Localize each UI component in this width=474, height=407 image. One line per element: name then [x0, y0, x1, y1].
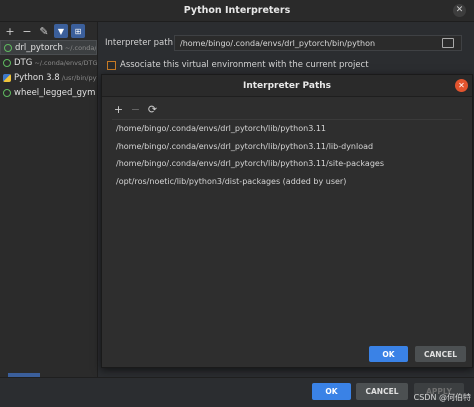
remove-path-icon[interactable]: − — [129, 103, 142, 116]
ring-icon — [3, 88, 11, 97]
ok-button[interactable]: OK — [312, 383, 351, 400]
dialog-titlebar: Interpreter Paths ✕ — [102, 75, 472, 97]
interpreter-list-toolbar: + − ✎ ▼ ⊞ — [0, 22, 97, 40]
window-titlebar: Python Interpreters ✕ — [0, 0, 474, 22]
interpreter-path-field[interactable]: /home/bingo/.conda/envs/drl_pytorch/bin/… — [174, 35, 462, 51]
plus-icon[interactable]: + — [3, 24, 17, 38]
paths-toolbar: + − ⟳ — [112, 103, 159, 116]
ring-icon — [3, 58, 11, 67]
interpreter-item[interactable]: drl_pytorch ~/.conda/e — [0, 40, 97, 55]
interpreter-path: /usr/bin/pyt — [61, 73, 97, 82]
ring-icon — [4, 43, 12, 52]
add-path-icon[interactable]: + — [112, 103, 125, 116]
interpreter-path: ~/.conda/envs/DTG — [34, 58, 97, 67]
interpreter-item[interactable]: wheel_legged_gym — [0, 85, 97, 100]
interpreter-item[interactable]: Python 3.8/usr/bin/pyt — [0, 70, 97, 85]
folder-icon[interactable] — [442, 38, 454, 48]
interpreter-list-panel: + − ✎ ▼ ⊞ drl_pytorch ~/.conda/e DTG ~/.con… — [0, 22, 98, 377]
interpreter-path-label: Interpreter path: — [105, 38, 176, 48]
interpreter-name: drl_pytorch — [15, 42, 63, 53]
window-title: Python Interpreters — [183, 5, 291, 16]
dialog-title: Interpreter Paths — [242, 80, 332, 91]
edit-icon[interactable]: ✎ — [37, 24, 51, 38]
interpreter-path-value: /home/bingo/.conda/envs/drl_pytorch/bin/… — [180, 38, 376, 48]
path-row[interactable]: /opt/ros/noetic/lib/python3/dist-package… — [112, 173, 462, 191]
paths-list: /home/bingo/.conda/envs/drl_pytorch/lib/… — [112, 119, 462, 339]
path-row[interactable]: /home/bingo/.conda/envs/drl_pytorch/lib/… — [112, 155, 462, 173]
interpreter-paths-dialog: Interpreter Paths ✕ + − ⟳ /home/bingo/.c… — [101, 74, 473, 368]
tree-icon[interactable]: ⊞ — [71, 24, 85, 38]
path-row[interactable]: /home/bingo/.conda/envs/drl_pytorch/lib/… — [112, 138, 462, 156]
dialog-footer: OK CANCEL APPLY CSDN @何伯特 — [0, 377, 474, 407]
window-close-icon[interactable]: ✕ — [453, 4, 466, 17]
filter-icon[interactable]: ▼ — [54, 24, 68, 38]
path-row[interactable]: /home/bingo/.conda/envs/drl_pytorch/lib/… — [112, 120, 462, 138]
python-icon — [3, 73, 11, 82]
dialog-ok-button[interactable]: OK — [369, 346, 408, 362]
associate-checkbox[interactable] — [107, 61, 116, 70]
interpreter-item[interactable]: DTG ~/.conda/envs/DTG — [0, 55, 97, 70]
interpreter-path: ~/.conda/e — [64, 43, 97, 52]
cancel-button[interactable]: CANCEL — [356, 383, 408, 400]
watermark: CSDN @何伯特 — [413, 393, 471, 402]
interpreter-name: Python 3.8 — [14, 72, 60, 83]
interpreter-name: DTG — [14, 57, 33, 68]
interpreter-name: wheel_legged_gym — [14, 87, 96, 98]
reload-icon[interactable]: ⟳ — [146, 103, 159, 116]
interpreter-list: drl_pytorch ~/.conda/e DTG ~/.conda/envs/DT… — [0, 40, 97, 100]
dialog-close-icon[interactable]: ✕ — [455, 79, 468, 92]
minus-icon[interactable]: − — [20, 24, 34, 38]
associate-label: Associate this virtual environment with … — [120, 60, 369, 70]
dialog-cancel-button[interactable]: CANCEL — [415, 346, 466, 362]
